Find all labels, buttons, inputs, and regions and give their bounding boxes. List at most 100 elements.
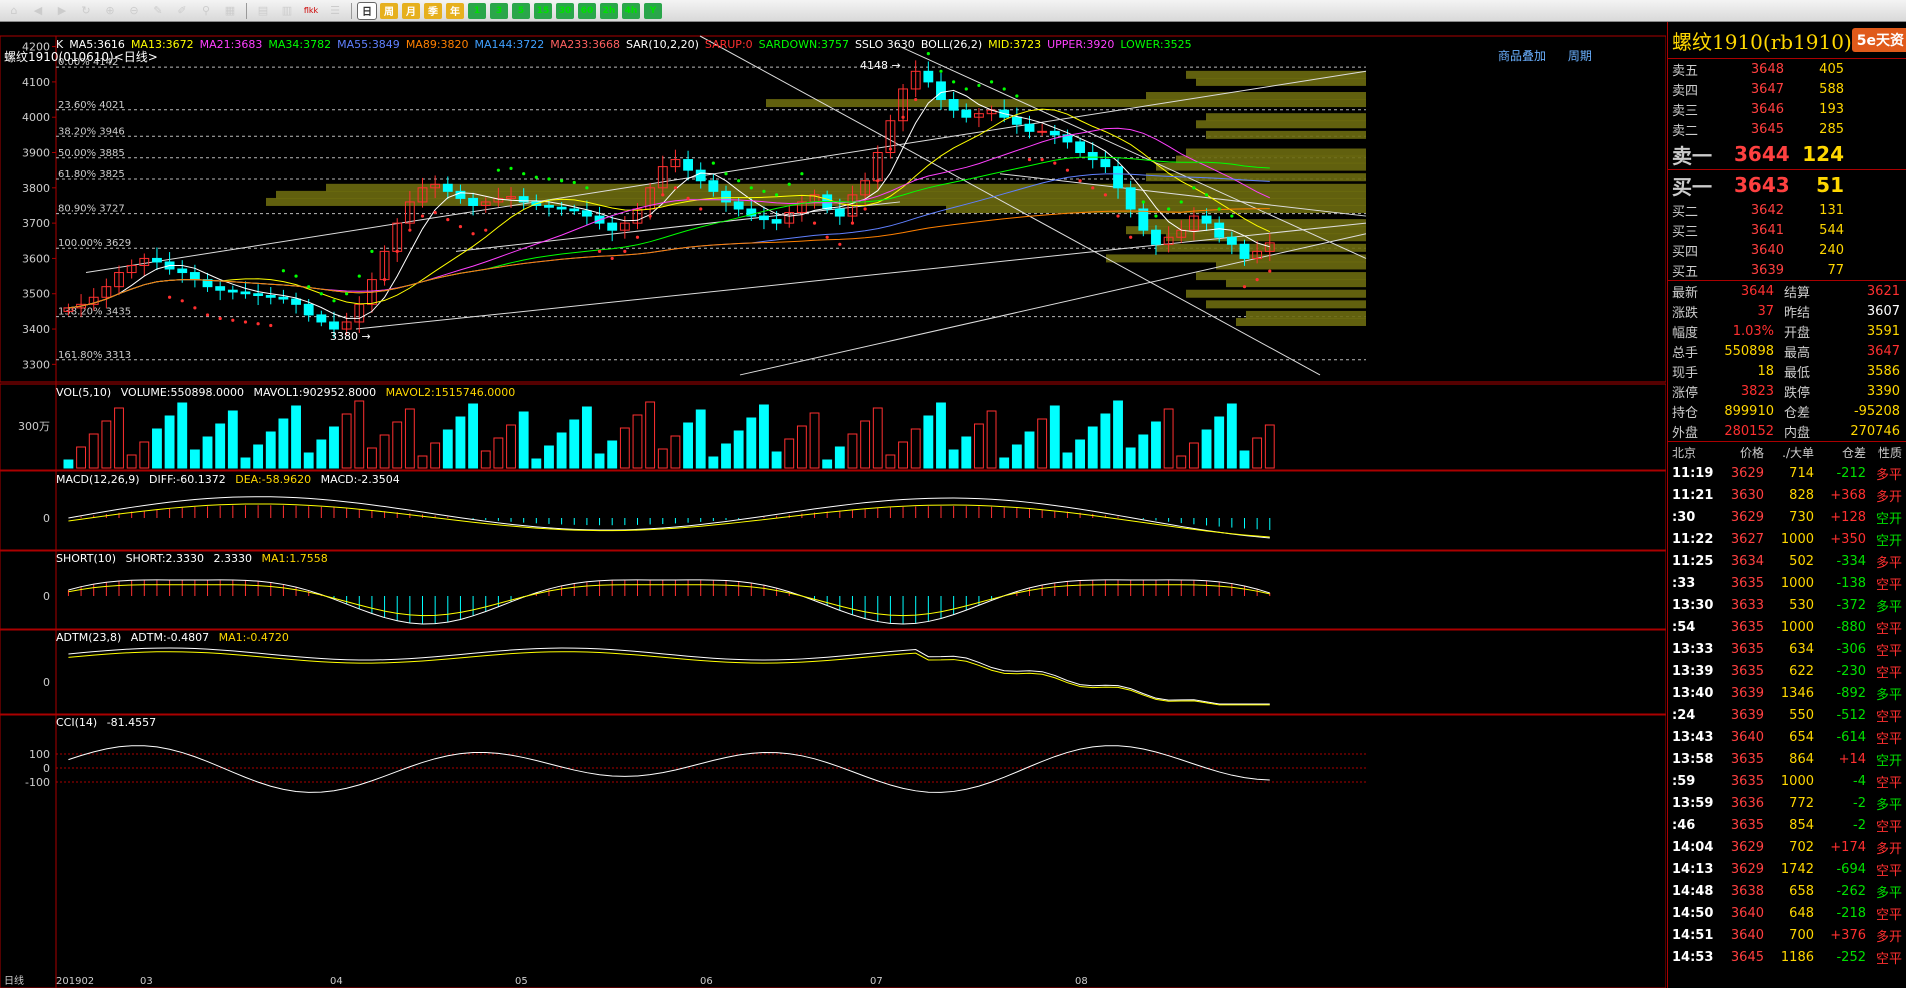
volume-bar <box>354 400 365 469</box>
minute-0-button[interactable]: 1 <box>468 2 486 19</box>
x-axis-label-4: 05 <box>515 976 528 987</box>
trade-time: 14:53 <box>1672 949 1714 965</box>
filter-icon[interactable]: ⚲ <box>196 2 216 20</box>
trade-time: 13:59 <box>1672 795 1714 811</box>
refresh-icon[interactable]: ↻ <box>76 2 96 20</box>
sar-dot <box>762 189 766 193</box>
trade-row[interactable]: :24 3639 550 -512 空平 <box>1668 704 1906 726</box>
period-0-button[interactable]: 日 <box>357 1 377 20</box>
forward-icon[interactable]: ▶ <box>52 2 72 20</box>
quote-panel: 螺纹1910(rb1910) 5e天资 卖五 3648 405 卖四 3647 588 卖三… <box>1667 22 1906 988</box>
trade-volume: 854 <box>1789 817 1814 833</box>
macd-value: MACD:-2.3504 <box>320 473 400 486</box>
minute-5-button[interactable]: 60 <box>578 2 596 19</box>
trade-volume: 502 <box>1789 553 1814 569</box>
trade-volume: 1000 <box>1780 531 1814 547</box>
minute-8-button[interactable]: Y <box>644 2 662 19</box>
trade-nature: 空平 <box>1875 643 1902 659</box>
period-3-button[interactable]: 季 <box>424 2 442 19</box>
minute-2-button[interactable]: 5 <box>512 2 530 19</box>
grid-icon[interactable]: ▦ <box>220 2 240 20</box>
trade-row[interactable]: 13:59 3636 772 -2 多平 <box>1668 792 1906 814</box>
period-4-button[interactable]: 年 <box>446 2 464 19</box>
sar-dot <box>1268 269 1272 273</box>
trade-row[interactable]: 11:22 3627 1000 +350 空开 <box>1668 528 1906 550</box>
minute-3-button[interactable]: 15 <box>534 2 552 19</box>
vol-mavol2: MAVOL2:1515746.0000 <box>385 386 516 399</box>
volume-bar <box>695 409 706 469</box>
zoom-in-icon[interactable]: ⊕ <box>100 2 120 20</box>
sar-dot <box>737 179 741 183</box>
trade-row[interactable]: 11:21 3630 828 +368 多开 <box>1668 484 1906 506</box>
trade-row[interactable]: 13:43 3640 654 -614 空平 <box>1668 726 1906 748</box>
trade-row[interactable]: 13:58 3635 864 +14 空开 <box>1668 748 1906 770</box>
volume-bar <box>1201 429 1212 469</box>
zoom-out-icon[interactable]: ⊖ <box>124 2 144 20</box>
trade-row[interactable]: 14:50 3640 648 -218 空平 <box>1668 902 1906 924</box>
trade-row[interactable]: 13:33 3635 634 -306 空平 <box>1668 638 1906 660</box>
flkk-button[interactable]: flkk <box>301 2 321 20</box>
trade-time: :54 <box>1672 619 1696 635</box>
trade-row[interactable]: 14:51 3640 700 +376 多开 <box>1668 924 1906 946</box>
y-tick-label-5: 3700 <box>22 217 50 230</box>
trade-row[interactable]: :59 3635 1000 -4 空平 <box>1668 770 1906 792</box>
trade-row[interactable]: 13:39 3635 622 -230 空平 <box>1668 660 1906 682</box>
macd-dea: DEA:-58.9620 <box>235 473 312 486</box>
minute-1-button[interactable]: 3 <box>490 2 508 19</box>
bid-price: 3643 <box>1734 173 1790 197</box>
list-icon[interactable]: ☰ <box>325 2 345 20</box>
stat-key: 现手 <box>1672 365 1699 381</box>
period-1-button[interactable]: 周 <box>380 2 398 19</box>
trade-row[interactable]: 13:30 3633 530 -372 多平 <box>1668 594 1906 616</box>
trade-time: 13:30 <box>1672 597 1714 613</box>
trade-row[interactable]: :54 3635 1000 -880 空平 <box>1668 616 1906 638</box>
volume-bar <box>379 434 390 469</box>
bar-icon[interactable]: ▥ <box>277 2 297 20</box>
overlay-link[interactable]: 商品叠加 <box>1498 49 1546 63</box>
trade-row[interactable]: 14:04 3629 702 +174 多开 <box>1668 836 1906 858</box>
trade-row[interactable]: 13:40 3639 1346 -892 多平 <box>1668 682 1906 704</box>
kline-chart[interactable]: 4200410040003900380037003600350034003300… <box>0 22 1666 988</box>
volume-bar <box>227 410 238 469</box>
trade-list[interactable]: 11:19 3629 714 -212 多平 11:21 3630 828 +368 多开:30 3… <box>1668 462 1906 968</box>
bid-row: 买一 3643 51 <box>1668 170 1906 200</box>
period-link[interactable]: 周期 <box>1568 49 1592 63</box>
table-icon[interactable]: ▤ <box>253 2 273 20</box>
trade-row[interactable]: 14:48 3638 658 -262 多平 <box>1668 880 1906 902</box>
trade-oi-change: -4 <box>1853 773 1866 789</box>
sar-dot <box>1141 200 1145 204</box>
eraser-icon[interactable]: ✐ <box>172 2 192 20</box>
bid-label: 买三 <box>1672 224 1699 240</box>
minute-7-button[interactable]: 4h <box>622 2 640 19</box>
sar-dot <box>1091 186 1095 190</box>
minute-4-button[interactable]: 30 <box>556 2 574 19</box>
y-tick-label-2: 4000 <box>22 111 50 124</box>
period-2-button[interactable]: 月 <box>402 2 420 19</box>
minute-6-button[interactable]: 2h <box>600 2 618 19</box>
y-tick-label-6: 3600 <box>22 252 50 265</box>
trade-nature: 空开 <box>1875 533 1902 549</box>
sar-dot <box>1230 214 1234 218</box>
trade-price: 3629 <box>1730 839 1764 855</box>
chart-area[interactable]: 4200 4100 4000 3900 3800 3700 3600 3500 3400 3300… <box>0 22 1666 988</box>
short-val2: 2.3330 <box>213 552 253 565</box>
pen-icon[interactable]: ✎ <box>148 2 168 20</box>
volume-bar <box>645 401 656 469</box>
candle <box>1113 166 1123 189</box>
trade-row[interactable]: 11:25 3634 502 -334 多平 <box>1668 550 1906 572</box>
trade-row[interactable]: 14:53 3645 1186 -252 空平 <box>1668 946 1906 968</box>
trade-row[interactable]: :30 3629 730 +128 空开 <box>1668 506 1906 528</box>
trade-row[interactable]: :46 3635 854 -2 空平 <box>1668 814 1906 836</box>
home-icon[interactable]: ⌂ <box>4 2 24 20</box>
indicator-16: LOWER:3525 <box>1120 38 1192 51</box>
trade-row[interactable]: 11:19 3629 714 -212 多平 <box>1668 462 1906 484</box>
volume-bar <box>683 422 693 469</box>
candle <box>1037 130 1048 133</box>
back-icon[interactable]: ◀ <box>28 2 48 20</box>
trade-row[interactable]: :33 3635 1000 -138 空平 <box>1668 572 1906 594</box>
candle <box>834 208 845 217</box>
volume-bar <box>518 411 529 469</box>
trade-row[interactable]: 14:13 3629 1742 -694 空平 <box>1668 858 1906 880</box>
trade-time: :30 <box>1672 509 1696 525</box>
trade-price: 3635 <box>1730 641 1764 657</box>
